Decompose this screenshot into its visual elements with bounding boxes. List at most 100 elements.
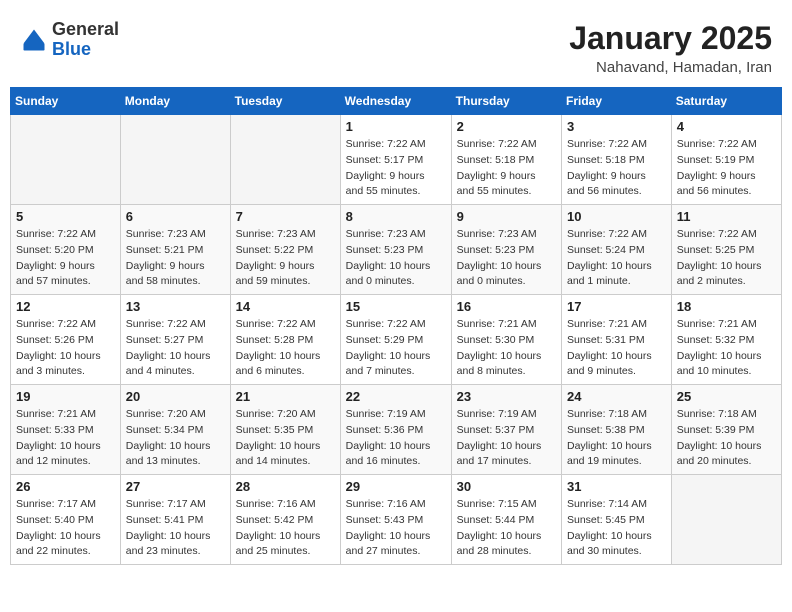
day-number: 11	[677, 209, 776, 224]
day-info: Sunrise: 7:22 AMSunset: 5:24 PMDaylight:…	[567, 227, 666, 290]
day-info: Sunrise: 7:16 AMSunset: 5:43 PMDaylight:…	[346, 497, 446, 560]
logo-blue-text: Blue	[52, 39, 91, 59]
week-row-2: 5 Sunrise: 7:22 AMSunset: 5:20 PMDaylight…	[11, 205, 782, 295]
day-number: 9	[457, 209, 556, 224]
calendar-cell: 14 Sunrise: 7:22 AMSunset: 5:28 PMDayligh…	[230, 295, 340, 385]
weekday-header-friday: Friday	[562, 88, 672, 115]
weekday-header-wednesday: Wednesday	[340, 88, 451, 115]
calendar-cell: 31 Sunrise: 7:14 AMSunset: 5:45 PMDayligh…	[562, 475, 672, 565]
calendar-cell: 16Sunrise: 7:21 AMSunset: 5:30 PMDayligh…	[451, 295, 561, 385]
calendar-cell: 15 Sunrise: 7:22 AMSunset: 5:29 PMDayligh…	[340, 295, 451, 385]
calendar-table: SundayMondayTuesdayWednesdayThursdayFrid…	[10, 87, 782, 565]
day-info: Sunrise: 7:22 AMSunset: 5:28 PMDaylight:…	[236, 317, 335, 380]
calendar-cell	[230, 115, 340, 205]
calendar-cell: 8 Sunrise: 7:23 AMSunset: 5:23 PMDaylight…	[340, 205, 451, 295]
day-info: Sunrise: 7:22 AMSunset: 5:26 PMDaylight:…	[16, 317, 115, 380]
day-info: Sunrise: 7:22 AMSunset: 5:17 PMDaylight:…	[346, 137, 446, 200]
week-row-3: 12 Sunrise: 7:22 AMSunset: 5:26 PMDayligh…	[11, 295, 782, 385]
calendar-cell: 6 Sunrise: 7:23 AMSunset: 5:21 PMDaylight…	[120, 205, 230, 295]
day-info: Sunrise: 7:22 AMSunset: 5:20 PMDaylight:…	[16, 227, 115, 290]
day-number: 15	[346, 299, 446, 314]
day-info: Sunrise: 7:14 AMSunset: 5:45 PMDaylight:…	[567, 497, 666, 560]
day-number: 6	[126, 209, 225, 224]
day-number: 23	[457, 389, 556, 404]
weekday-header-thursday: Thursday	[451, 88, 561, 115]
day-number: 28	[236, 479, 335, 494]
calendar-title: January 2025	[569, 20, 772, 57]
day-info: Sunrise: 7:22 AMSunset: 5:29 PMDaylight:…	[346, 317, 446, 380]
day-info: Sunrise: 7:18 AMSunset: 5:39 PMDaylight:…	[677, 407, 776, 470]
day-number: 27	[126, 479, 225, 494]
calendar-cell: 10Sunrise: 7:22 AMSunset: 5:24 PMDayligh…	[562, 205, 672, 295]
calendar-cell: 29 Sunrise: 7:16 AMSunset: 5:43 PMDayligh…	[340, 475, 451, 565]
day-number: 21	[236, 389, 335, 404]
day-number: 25	[677, 389, 776, 404]
day-info: Sunrise: 7:17 AMSunset: 5:41 PMDaylight:…	[126, 497, 225, 560]
day-info: Sunrise: 7:22 AMSunset: 5:19 PMDaylight:…	[677, 137, 776, 200]
day-info: Sunrise: 7:23 AMSunset: 5:22 PMDaylight:…	[236, 227, 335, 290]
day-number: 18	[677, 299, 776, 314]
calendar-cell: 23 Sunrise: 7:19 AMSunset: 5:37 PMDayligh…	[451, 385, 561, 475]
calendar-cell: 30Sunrise: 7:15 AMSunset: 5:44 PMDayligh…	[451, 475, 561, 565]
day-info: Sunrise: 7:21 AMSunset: 5:33 PMDaylight:…	[16, 407, 115, 470]
day-number: 29	[346, 479, 446, 494]
weekday-header-tuesday: Tuesday	[230, 88, 340, 115]
day-number: 5	[16, 209, 115, 224]
calendar-cell: 13Sunrise: 7:22 AMSunset: 5:27 PMDayligh…	[120, 295, 230, 385]
calendar-cell: 20 Sunrise: 7:20 AMSunset: 5:34 PMDayligh…	[120, 385, 230, 475]
day-number: 7	[236, 209, 335, 224]
day-number: 17	[567, 299, 666, 314]
day-number: 26	[16, 479, 115, 494]
day-number: 8	[346, 209, 446, 224]
calendar-cell: 24 Sunrise: 7:18 AMSunset: 5:38 PMDayligh…	[562, 385, 672, 475]
weekday-header-row: SundayMondayTuesdayWednesdayThursdayFrid…	[11, 88, 782, 115]
day-number: 16	[457, 299, 556, 314]
calendar-cell: 5 Sunrise: 7:22 AMSunset: 5:20 PMDaylight…	[11, 205, 121, 295]
calendar-cell: 18 Sunrise: 7:21 AMSunset: 5:32 PMDayligh…	[671, 295, 781, 385]
day-info: Sunrise: 7:21 AMSunset: 5:32 PMDaylight:…	[677, 317, 776, 380]
day-info: Sunrise: 7:22 AMSunset: 5:18 PMDaylight:…	[567, 137, 666, 200]
logo-icon	[20, 26, 48, 54]
day-number: 3	[567, 119, 666, 134]
day-info: Sunrise: 7:22 AMSunset: 5:27 PMDaylight:…	[126, 317, 225, 380]
day-info: Sunrise: 7:23 AMSunset: 5:23 PMDaylight:…	[346, 227, 446, 290]
calendar-cell: 1Sunrise: 7:22 AMSunset: 5:17 PMDaylight…	[340, 115, 451, 205]
calendar-subtitle: Nahavand, Hamadan, Iran	[569, 59, 772, 76]
weekday-header-monday: Monday	[120, 88, 230, 115]
calendar-cell: 11 Sunrise: 7:22 AMSunset: 5:25 PMDayligh…	[671, 205, 781, 295]
day-number: 31	[567, 479, 666, 494]
day-number: 4	[677, 119, 776, 134]
calendar-cell: 12 Sunrise: 7:22 AMSunset: 5:26 PMDayligh…	[11, 295, 121, 385]
day-info: Sunrise: 7:19 AMSunset: 5:37 PMDaylight:…	[457, 407, 556, 470]
calendar-cell: 4 Sunrise: 7:22 AMSunset: 5:19 PMDaylight…	[671, 115, 781, 205]
title-block: January 2025 Nahavand, Hamadan, Iran	[569, 20, 772, 76]
calendar-cell: 3 Sunrise: 7:22 AMSunset: 5:18 PMDaylight…	[562, 115, 672, 205]
week-row-1: 1Sunrise: 7:22 AMSunset: 5:17 PMDaylight…	[11, 115, 782, 205]
day-number: 22	[346, 389, 446, 404]
calendar-cell	[120, 115, 230, 205]
day-number: 12	[16, 299, 115, 314]
day-info: Sunrise: 7:20 AMSunset: 5:34 PMDaylight:…	[126, 407, 225, 470]
day-number: 14	[236, 299, 335, 314]
day-info: Sunrise: 7:15 AMSunset: 5:44 PMDaylight:…	[457, 497, 556, 560]
day-info: Sunrise: 7:17 AMSunset: 5:40 PMDaylight:…	[16, 497, 115, 560]
week-row-5: 26 Sunrise: 7:17 AMSunset: 5:40 PMDayligh…	[11, 475, 782, 565]
day-info: Sunrise: 7:21 AMSunset: 5:31 PMDaylight:…	[567, 317, 666, 380]
calendar-cell: 9Sunrise: 7:23 AMSunset: 5:23 PMDaylight…	[451, 205, 561, 295]
logo: General Blue	[20, 20, 119, 60]
calendar-cell: 28 Sunrise: 7:16 AMSunset: 5:42 PMDayligh…	[230, 475, 340, 565]
calendar-cell: 17 Sunrise: 7:21 AMSunset: 5:31 PMDayligh…	[562, 295, 672, 385]
calendar-cell: 27 Sunrise: 7:17 AMSunset: 5:41 PMDayligh…	[120, 475, 230, 565]
day-info: Sunrise: 7:19 AMSunset: 5:36 PMDaylight:…	[346, 407, 446, 470]
day-info: Sunrise: 7:22 AMSunset: 5:25 PMDaylight:…	[677, 227, 776, 290]
calendar-cell: 21Sunrise: 7:20 AMSunset: 5:35 PMDayligh…	[230, 385, 340, 475]
calendar-cell: 19 Sunrise: 7:21 AMSunset: 5:33 PMDayligh…	[11, 385, 121, 475]
day-number: 19	[16, 389, 115, 404]
calendar-cell: 26 Sunrise: 7:17 AMSunset: 5:40 PMDayligh…	[11, 475, 121, 565]
day-number: 24	[567, 389, 666, 404]
day-info: Sunrise: 7:23 AMSunset: 5:21 PMDaylight:…	[126, 227, 225, 290]
day-info: Sunrise: 7:18 AMSunset: 5:38 PMDaylight:…	[567, 407, 666, 470]
day-number: 20	[126, 389, 225, 404]
day-info: Sunrise: 7:16 AMSunset: 5:42 PMDaylight:…	[236, 497, 335, 560]
week-row-4: 19 Sunrise: 7:21 AMSunset: 5:33 PMDayligh…	[11, 385, 782, 475]
